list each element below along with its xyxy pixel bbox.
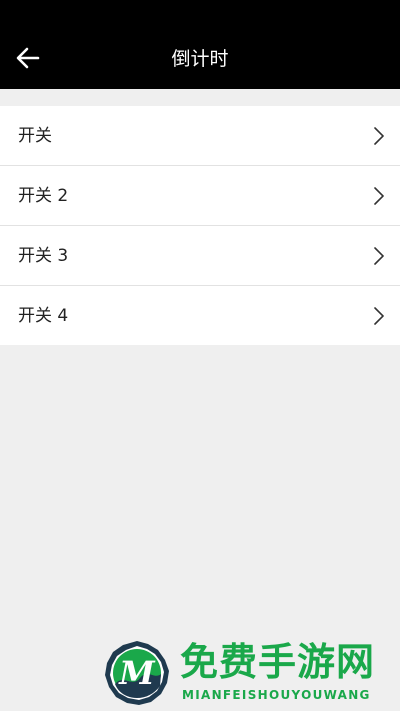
switch-list: 开关 开关 2 开关 3 开关 4: [0, 106, 400, 345]
list-item-label: 开关 4: [18, 306, 69, 326]
site-logo-icon: M: [105, 641, 169, 705]
app-bar: 倒计时: [0, 0, 400, 89]
chevron-right-icon: [374, 307, 384, 325]
watermark-title: 免费手游网: [180, 640, 376, 684]
page-title: 倒计时: [171, 48, 229, 70]
watermark: M 免费手游网 MIANFEISHOUYOUWANG: [104, 638, 394, 706]
list-item-switch-4[interactable]: 开关 4: [0, 286, 400, 345]
list-item-switch-2[interactable]: 开关 2: [0, 166, 400, 226]
svg-text:M: M: [118, 654, 156, 692]
chevron-right-icon: [374, 127, 384, 145]
list-item-label: 开关 2: [18, 186, 69, 206]
list-item-label: 开关 3: [18, 246, 69, 266]
watermark-subtitle: MIANFEISHOUYOUWANG: [182, 688, 371, 702]
list-item-switch-1[interactable]: 开关: [0, 106, 400, 166]
list-item-switch-3[interactable]: 开关 3: [0, 226, 400, 286]
list-item-label: 开关: [18, 126, 52, 146]
chevron-right-icon: [374, 247, 384, 265]
chevron-right-icon: [374, 187, 384, 205]
